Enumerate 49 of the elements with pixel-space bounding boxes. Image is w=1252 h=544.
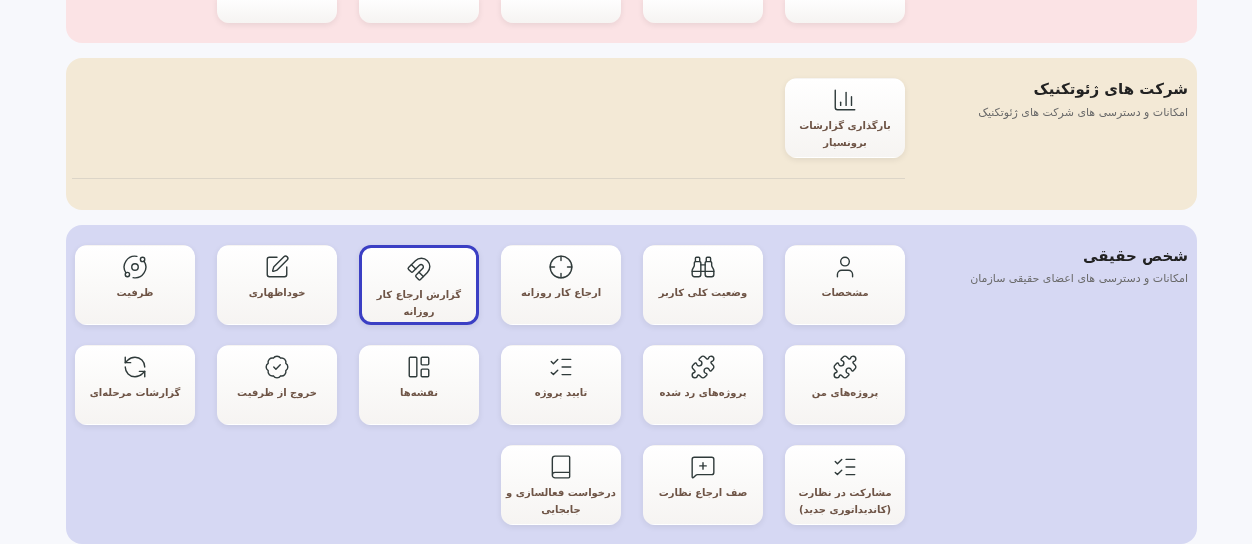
feature-card[interactable] — [501, 0, 621, 23]
feature-card[interactable]: وضعیت کلی کاربر — [643, 244, 763, 325]
feature-card[interactable]: ظرفیت — [75, 244, 195, 325]
card-label: نقشه‌ها — [400, 385, 438, 400]
dots-orbit-icon — [122, 253, 148, 280]
crosshair-icon — [548, 253, 574, 280]
feature-card[interactable]: نقشه‌ها — [359, 344, 479, 425]
pen-note-icon — [264, 253, 290, 280]
feature-card[interactable]: مشارکت در نظارت (کاندیداتوری جدید) — [785, 444, 905, 525]
feature-card[interactable] — [785, 0, 905, 23]
card-label: مشخصات — [821, 285, 869, 300]
puzzle-icon — [832, 353, 858, 380]
badge-icon — [264, 353, 290, 380]
card-label: صف ارجاع نظارت — [658, 485, 748, 501]
bar-chart-icon — [832, 87, 858, 113]
feature-card[interactable] — [217, 0, 337, 23]
section-subtitle: امکانات و دسترسی های شرکت های ژئوتکنیک — [978, 104, 1188, 121]
card-label: ارجاع کار روزانه — [520, 285, 602, 301]
card-label: گزارش ارجاع کار روزانه — [375, 287, 463, 320]
feature-card[interactable]: خروج از ظرفیت — [217, 344, 337, 425]
card-label: تایید پروژه — [534, 385, 588, 401]
feature-card[interactable]: صف ارجاع نظارت — [643, 444, 763, 525]
card-label: پروژه‌های من — [811, 385, 879, 401]
section-title: شرکت های ژئوتکنیک — [1033, 79, 1188, 100]
section-title: شخص حقیقی — [1083, 245, 1188, 267]
feature-card[interactable] — [643, 0, 763, 23]
feature-card[interactable]: درخواست فعالسازی و جابجایی — [501, 444, 621, 525]
feature-card[interactable]: خوداظهاری — [217, 244, 337, 325]
feature-card[interactable]: پروژه‌های رد شده — [643, 344, 763, 425]
feature-card[interactable]: ارجاع کار روزانه — [501, 244, 621, 325]
feature-card[interactable]: بارگذاری گزارشات برونسپار — [785, 78, 905, 158]
feature-card[interactable]: تایید پروژه — [501, 344, 621, 425]
card-label: وضعیت کلی کاربر — [658, 285, 748, 301]
feature-card[interactable]: گزارشات مرحله‌ای — [75, 344, 195, 425]
card-label: خوداظهاری — [248, 285, 306, 301]
card-label: خروج از ظرفیت — [237, 385, 317, 401]
card-label: بارگذاری گزارشات برونسپار — [798, 119, 892, 151]
section-subtitle: امکانات و دسترسی های اعضای حقیقی سازمان — [970, 271, 1188, 288]
card-label: مشارکت در نظارت (کاندیداتوری جدید) — [797, 485, 893, 518]
card-label: درخواست فعالسازی و جابجایی — [504, 485, 617, 517]
feature-card[interactable]: مشخصات — [785, 244, 905, 325]
feature-card[interactable]: پروژه‌های من — [785, 344, 905, 425]
feature-card[interactable] — [359, 0, 479, 23]
card-label: ظرفیت — [116, 285, 154, 300]
card-label: پروژه‌های رد شده — [659, 385, 747, 401]
puzzle-icon — [690, 353, 716, 380]
card-label: گزارشات مرحله‌ای — [89, 385, 181, 401]
feature-card[interactable]: گزارش ارجاع کار روزانه — [359, 244, 479, 325]
magnet-icon — [406, 255, 432, 282]
